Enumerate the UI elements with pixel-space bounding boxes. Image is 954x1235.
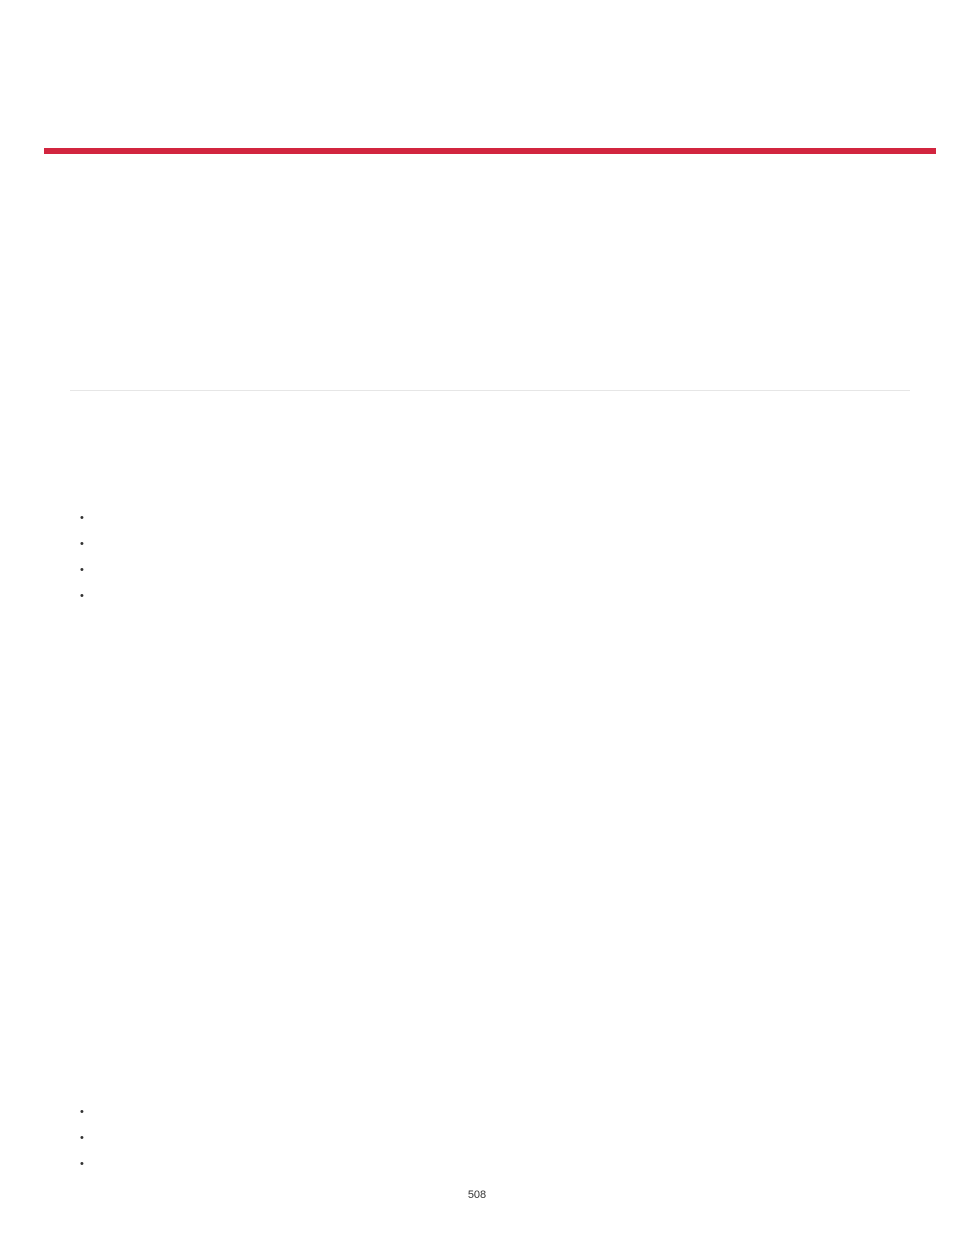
header-rule — [44, 148, 936, 154]
page-number: 508 — [0, 1189, 954, 1201]
section-divider — [70, 390, 910, 391]
page-number-value: 508 — [468, 1189, 486, 1201]
